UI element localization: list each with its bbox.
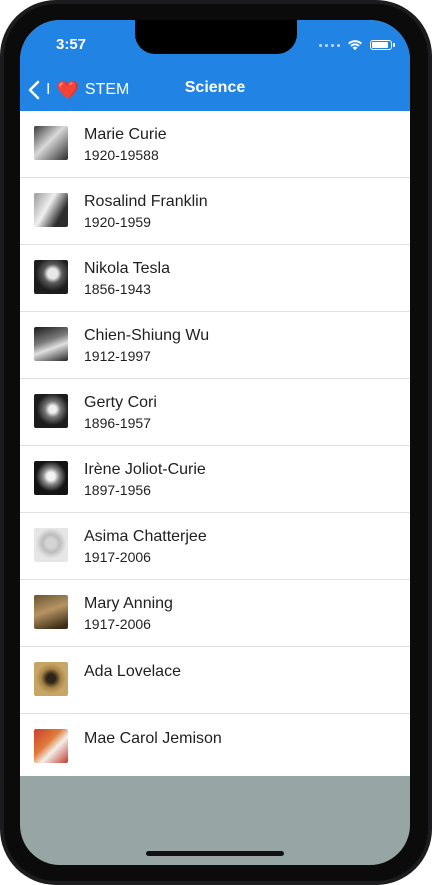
photo-irene-joliot-curie	[34, 461, 68, 495]
list-item[interactable]: Chien-Shiung Wu 1912-1997	[20, 312, 410, 379]
list-item[interactable]: Marie Curie 1920-19588	[20, 111, 410, 178]
status-time: 3:57	[56, 36, 87, 53]
person-dates: 1920-1959	[84, 214, 151, 230]
person-name: Irène Joliot-Curie	[84, 461, 206, 478]
list-item[interactable]: Gerty Cori 1896-1957	[20, 379, 410, 446]
list-item[interactable]: Mary Anning 1917-2006	[20, 580, 410, 647]
person-dates: 1912-1997	[84, 348, 151, 364]
people-list: Marie Curie 1920-19588 Rosalind Franklin 19…	[20, 111, 410, 776]
person-dates: 1917-2006	[84, 549, 151, 565]
list-item[interactable]: Nikola Tesla 1856-1943	[20, 245, 410, 312]
person-name: Marie Curie	[84, 126, 167, 143]
page-title: Science	[184, 79, 246, 96]
photo-asima-chatterjee	[34, 528, 68, 562]
list-item[interactable]: Rosalind Franklin 1920-1959	[20, 178, 410, 245]
person-name: Gerty Cori	[84, 394, 157, 411]
person-name: Chien-Shiung Wu	[84, 327, 210, 344]
cellular-signal-icon	[319, 43, 340, 47]
photo-mary-anning	[34, 595, 68, 629]
notch	[135, 20, 297, 54]
person-name: Rosalind Franklin	[84, 193, 208, 210]
person-dates: 1856-1943	[84, 281, 151, 297]
phone-frame: 3:57 I ❤️ STEM Science Marie Curie 1920-…	[0, 0, 432, 885]
photo-rosalind-franklin	[34, 193, 68, 227]
person-name: Nikola Tesla	[84, 260, 170, 277]
wifi-icon	[348, 40, 362, 51]
person-dates: 1897-1956	[84, 482, 151, 498]
photo-ada-lovelace	[34, 662, 68, 696]
person-dates: 1917-2006	[84, 616, 151, 632]
screen: 3:57 I ❤️ STEM Science Marie Curie 1920-…	[20, 20, 410, 865]
list-item[interactable]: Irène Joliot-Curie 1897-1956	[20, 446, 410, 513]
person-dates: 1920-19588	[84, 147, 159, 163]
list-item[interactable]: Asima Chatterjee 1917-2006	[20, 513, 410, 580]
status-icons	[319, 38, 395, 52]
person-dates: 1896-1957	[84, 415, 151, 431]
photo-chien-shiung-wu	[34, 327, 68, 361]
photo-marie-curie	[34, 126, 68, 160]
person-name: Mary Anning	[84, 595, 173, 612]
home-indicator[interactable]	[146, 851, 284, 856]
navigation-bar: 3:57 I ❤️ STEM Science	[20, 20, 410, 111]
list-item[interactable]: Ada Lovelace	[20, 647, 410, 714]
photo-gerty-cori	[34, 394, 68, 428]
list-item[interactable]: Mae Carol Jemison	[20, 714, 410, 776]
person-name: Asima Chatterjee	[84, 528, 207, 545]
battery-icon	[370, 40, 395, 50]
person-name: Ada Lovelace	[84, 663, 181, 680]
person-name: Mae Carol Jemison	[84, 730, 222, 747]
photo-mae-carol-jemison	[34, 729, 68, 763]
photo-nikola-tesla	[34, 260, 68, 294]
